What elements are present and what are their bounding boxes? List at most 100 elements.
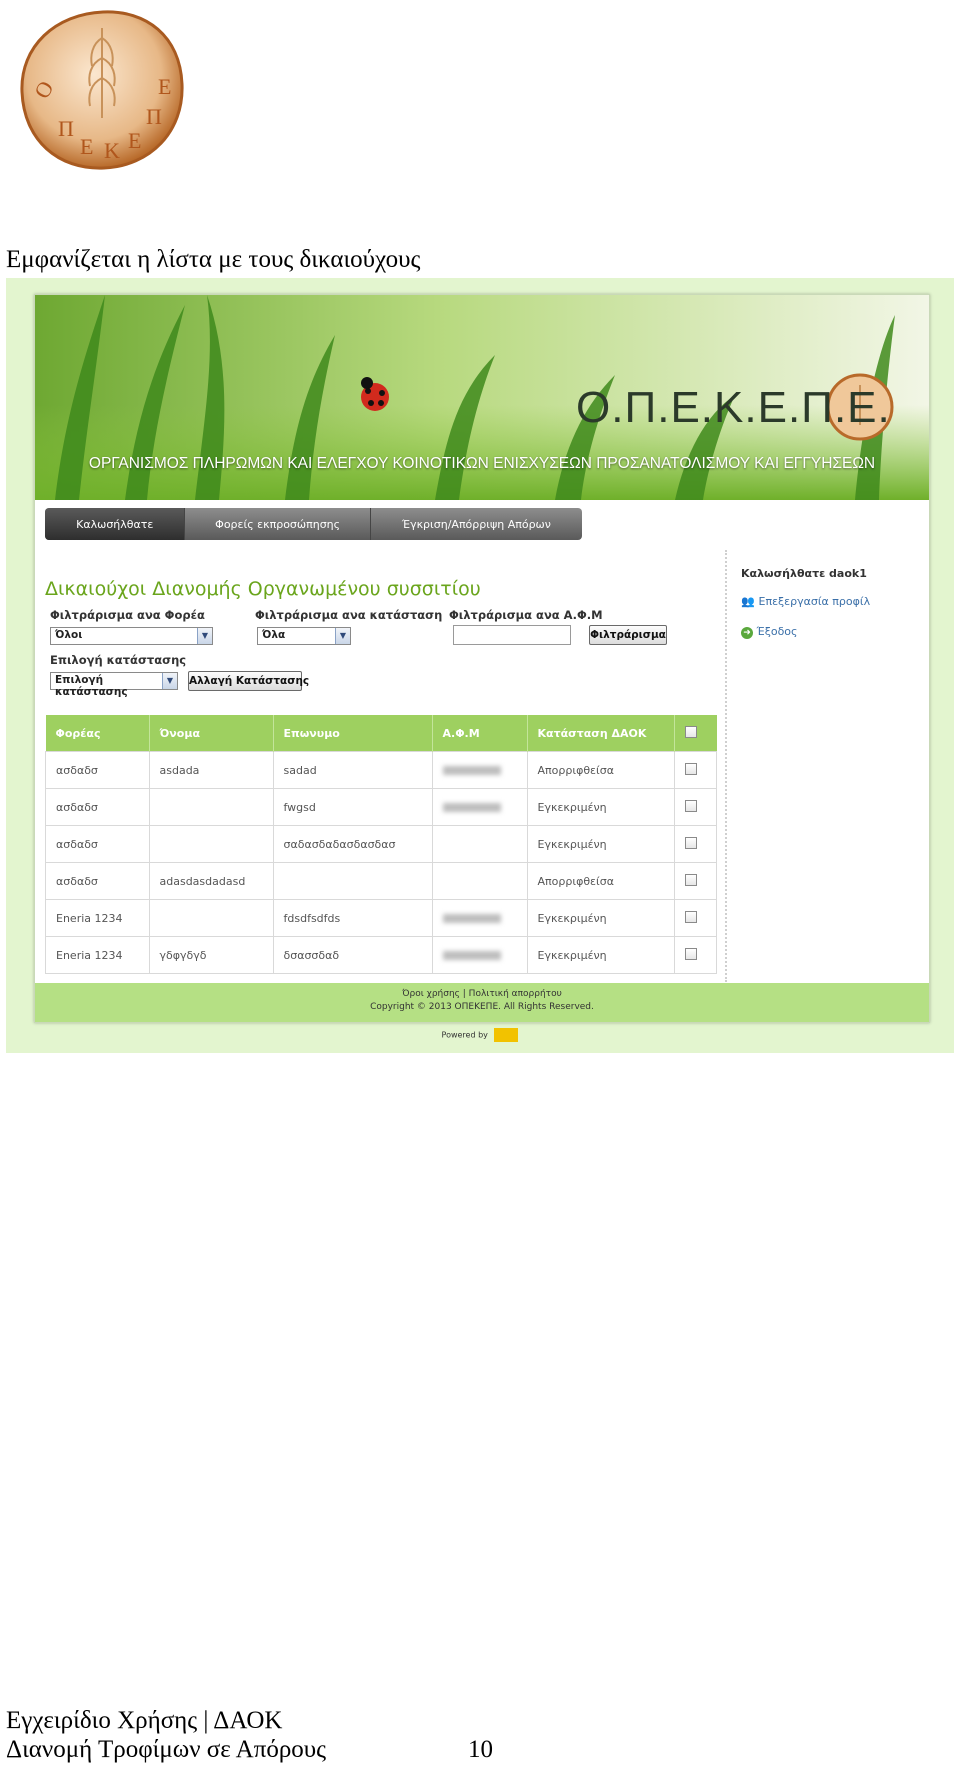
app-window: Ο.Π.Ε.Κ.Ε.Π.Ε. ΟΡΓΑΝΙΣΜΟΣ ΠΛΗΡΩΜΩΝ ΚΑΙ Ε…: [34, 294, 930, 1023]
cell-first-name: [148, 825, 274, 863]
filter-status-select[interactable]: Όλα ▼: [257, 627, 351, 645]
cell-body: ασδαδσ: [45, 751, 150, 789]
cell-body: Eneria 1234: [45, 899, 150, 937]
svg-text:Ε: Ε: [158, 74, 171, 99]
col-last-name: Επωνυμο: [273, 715, 433, 752]
cell-status: Εγκεκριμένη: [526, 825, 675, 863]
cell-select: [673, 751, 717, 789]
table-row: ασδαδσ asdada sadad Απορριφθείσα: [45, 751, 717, 789]
users-icon: 👥: [741, 595, 755, 608]
col-status: Κατάσταση ΔΑΟΚ: [527, 715, 675, 752]
change-status-button[interactable]: Αλλαγή Κατάστασης: [188, 671, 309, 691]
chevron-down-icon: ▼: [162, 673, 177, 689]
cell-status: Εγκεκριμένη: [526, 899, 675, 937]
app-screenshot: Ο.Π.Ε.Κ.Ε.Π.Ε. ΟΡΓΑΝΙΣΜΟΣ ΠΛΗΡΩΜΩΝ ΚΑΙ Ε…: [6, 278, 954, 1053]
page-title: Δικαιούχοι Διανομής Οργανωμένου συσσιτίο…: [45, 578, 481, 600]
cell-select: [673, 788, 717, 826]
select-all-checkbox[interactable]: [684, 725, 697, 738]
cell-select: [673, 936, 717, 974]
cell-afm-redacted: [431, 862, 528, 900]
cell-last-name: fdsdfsdfds: [272, 899, 433, 937]
status-select-value: Επιλογή κατάστασης: [55, 674, 128, 698]
row-checkbox[interactable]: [684, 947, 697, 960]
cell-status: Απορριφθείσα: [526, 751, 675, 789]
cell-last-name: [272, 862, 433, 900]
cell-afm-redacted: [431, 825, 528, 863]
col-first-name: Όνομα: [149, 715, 274, 752]
filter-afm-label: Φιλτράρισμα ανα Α.Φ.Μ: [449, 608, 603, 622]
footer-links[interactable]: Όροι χρήσης | Πολιτική απορρήτου: [35, 983, 929, 999]
footer-copyright: Copyright © 2013 ΟΠΕΚΕΠΕ. All Rights Res…: [370, 1002, 594, 1012]
welcome-user: Καλωσήλθατε daok1: [741, 567, 867, 580]
cell-first-name: adasdasdadasd: [148, 862, 274, 900]
logout-label: Έξοδος: [756, 625, 798, 638]
cell-first-name: asdada: [148, 751, 274, 789]
powered-by-label: Powered by: [441, 1030, 488, 1040]
afm-input[interactable]: [453, 625, 571, 645]
tab-bodies[interactable]: Φορείς εκπροσώπησης: [185, 508, 371, 540]
cell-afm-redacted: [431, 899, 528, 937]
app-footer: Όροι χρήσης | Πολιτική απορρήτου Copyrig…: [35, 983, 929, 1022]
filter-body-label: Φιλτράρισμα ανα Φορέα: [50, 608, 205, 622]
filter-body-select[interactable]: Όλοι ▼: [50, 627, 213, 645]
select-all-cell: [674, 715, 717, 752]
table-row: Eneria 1234 γδφγδγδ δσασσδαδ Εγκεκριμένη: [45, 936, 717, 974]
cell-body: Eneria 1234: [45, 936, 150, 974]
cell-last-name: sadad: [272, 751, 433, 789]
chevron-down-icon: ▼: [335, 628, 350, 644]
tab-approve-reject[interactable]: Έγκριση/Απόρριψη Απόρων: [371, 508, 582, 540]
cell-status: Απορριφθείσα: [526, 862, 675, 900]
svg-text:Κ: Κ: [104, 138, 120, 163]
logout-link[interactable]: ➜ Έξοδος: [741, 625, 798, 639]
status-select[interactable]: Επιλογή κατάστασης ▼: [50, 672, 178, 698]
cell-select: [673, 862, 717, 900]
logout-icon: ➜: [741, 627, 753, 639]
banner-subtitle: ΟΡΓΑΝΙΣΜΟΣ ΠΛΗΡΩΜΩΝ ΚΑΙ ΕΛΕΓΧΟΥ ΚΟΙΝΟΤΙΚ…: [88, 455, 876, 472]
cell-first-name: [148, 788, 274, 826]
cell-status: Εγκεκριμένη: [526, 936, 675, 974]
svg-text:Π: Π: [58, 116, 74, 141]
col-afm: Α.Φ.Μ: [432, 715, 528, 752]
table-row: ασδαδσ fwgsd Εγκεκριμένη: [45, 788, 717, 826]
cell-afm-redacted: [431, 788, 528, 826]
banner-title: Ο.Π.Ε.Κ.Ε.Π.Ε.: [576, 383, 891, 432]
table-row: ασδαδσ σαδασδαδασδασδασ Εγκεκριμένη: [45, 825, 717, 863]
main-nav: Καλωσήλθατε Φορείς εκπροσώπησης Έγκριση/…: [45, 508, 582, 540]
svg-text:Ε: Ε: [80, 134, 93, 159]
header-banner: Ο.Π.Ε.Κ.Ε.Π.Ε. ΟΡΓΑΝΙΣΜΟΣ ΠΛΗΡΩΜΩΝ ΚΑΙ Ε…: [35, 295, 929, 500]
vendor-logo-icon: [494, 1028, 519, 1042]
cell-status: Εγκεκριμένη: [526, 788, 675, 826]
cell-body: ασδαδσ: [45, 825, 150, 863]
row-checkbox[interactable]: [684, 762, 697, 775]
cell-afm-redacted: [431, 936, 528, 974]
sidebar-divider: [725, 550, 727, 982]
cell-body: ασδαδσ: [45, 788, 150, 826]
tab-welcome[interactable]: Καλωσήλθατε: [45, 508, 186, 540]
cell-first-name: γδφγδγδ: [148, 936, 274, 974]
beneficiaries-table: Φορέας Όνομα Επωνυμο Α.Φ.Μ Κατάσταση ΔΑΟ…: [45, 715, 717, 974]
edit-profile-link[interactable]: 👥 Επεξεργασία προφίλ: [741, 595, 870, 608]
svg-text:Ε: Ε: [128, 128, 141, 153]
cell-select: [673, 899, 717, 937]
opekepe-logo: Ο Π Ε Κ Ε Π Ε: [20, 10, 184, 170]
doc-footer-line1: Εγχειρίδιο Χρήσης | ΔΑΟΚ: [6, 1707, 283, 1734]
filter-status-label: Φιλτράρισμα ανα κατάσταση: [255, 608, 443, 622]
edit-profile-label: Επεξεργασία προφίλ: [758, 595, 871, 608]
cell-last-name: fwgsd: [272, 788, 433, 826]
row-checkbox[interactable]: [684, 799, 697, 812]
row-checkbox[interactable]: [684, 836, 697, 849]
cell-body: ασδαδσ: [45, 862, 150, 900]
svg-text:Π: Π: [146, 104, 162, 129]
page-number: 10: [468, 1736, 493, 1763]
cell-first-name: [148, 899, 274, 937]
row-checkbox[interactable]: [684, 873, 697, 886]
filter-button[interactable]: Φιλτράρισμα: [589, 625, 667, 645]
chevron-down-icon: ▼: [197, 628, 212, 644]
table-row: Eneria 1234 fdsdfsdfds Εγκεκριμένη: [45, 899, 717, 937]
row-checkbox[interactable]: [684, 910, 697, 923]
doc-heading: Εμφανίζεται η λίστα με τους δικαιούχους: [6, 246, 421, 273]
table-row: ασδαδσ adasdasdadasd Απορριφθείσα: [45, 862, 717, 900]
filter-status-value: Όλα: [262, 629, 286, 641]
table-header-row: Φορέας Όνομα Επωνυμο Α.Φ.Μ Κατάσταση ΔΑΟ…: [45, 715, 717, 752]
cell-select: [673, 825, 717, 863]
